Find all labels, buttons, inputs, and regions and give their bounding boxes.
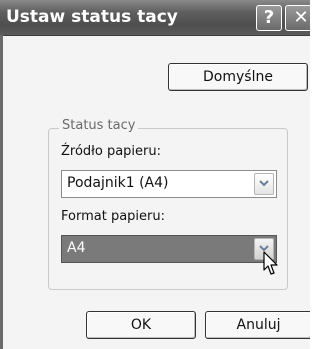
paper-format-label: Format papieru:	[61, 209, 165, 224]
set-tray-status-dialog: Ustaw status tacy ? ✕ Domyślne Status ta…	[0, 0, 310, 349]
mouse-pointer-icon	[263, 251, 278, 275]
tray-status-group-label: Status tacy	[59, 118, 139, 133]
paper-source-select[interactable]: Podajnik1 (A4)	[61, 170, 277, 198]
paper-format-select[interactable]: A4	[61, 235, 277, 263]
paper-source-value: Podajnik1 (A4)	[67, 175, 169, 191]
ok-button[interactable]: OK	[86, 311, 196, 339]
chevron-down-icon[interactable]	[254, 173, 274, 195]
paper-format-value: A4	[67, 240, 86, 256]
cancel-button[interactable]: Anuluj	[205, 311, 310, 339]
defaults-button[interactable]: Domyślne	[168, 63, 308, 91]
dialog-title: Ustaw status tacy	[6, 7, 178, 27]
window-border	[0, 35, 3, 349]
title-bar: Ustaw status tacy ? ✕	[0, 0, 310, 36]
paper-source-label: Źródło papieru:	[61, 144, 161, 159]
help-icon[interactable]: ?	[256, 5, 282, 31]
close-icon[interactable]: ✕	[285, 5, 310, 31]
